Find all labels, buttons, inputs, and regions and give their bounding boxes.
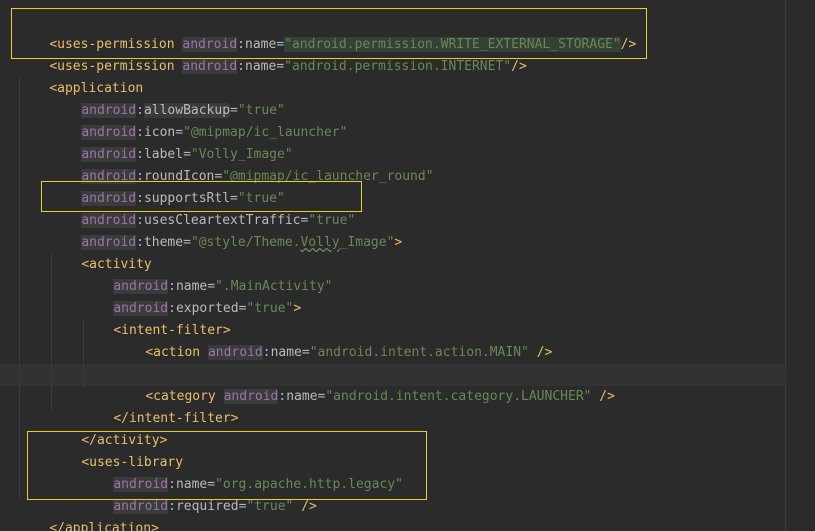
tag-name: action: [153, 345, 201, 360]
code-line-14[interactable]: <intent-filter>: [82, 298, 230, 338]
code-line-13[interactable]: android:exported="true">: [82, 276, 301, 316]
indent-guide: [19, 78, 20, 498]
code-line-12[interactable]: android:name=".MainActivity": [82, 254, 332, 294]
attribute-name: name: [286, 389, 318, 404]
code-line-10[interactable]: android:theme="@style/Theme.Volly_Image"…: [50, 210, 402, 250]
namespace: android: [207, 345, 263, 360]
tag-name: application: [64, 521, 152, 531]
highlight-box-cleartext: [41, 181, 362, 212]
code-line-17[interactable]: <category android:name="android.intent.c…: [114, 364, 615, 404]
code-line-7[interactable]: android:roundIcon="@mipmap/ic_launcher_r…: [50, 144, 434, 184]
code-line-6[interactable]: android:label="Volly_Image": [50, 122, 293, 162]
code-line-15[interactable]: <action android:name="android.intent.act…: [114, 320, 552, 360]
code-line-5[interactable]: android:icon="@mipmap/ic_launcher": [50, 100, 347, 140]
namespace: android: [182, 59, 238, 74]
attribute-value: "true": [246, 301, 294, 316]
code-line-4[interactable]: android:allowBackup="true": [50, 78, 285, 118]
right-margin-guide: [785, 0, 786, 531]
spelling-typo-mark: Volly: [300, 235, 340, 250]
attribute-name: required: [175, 499, 239, 514]
attribute-name: name: [270, 345, 302, 360]
attribute-value: "true": [246, 499, 294, 514]
code-line-3[interactable]: <application: [18, 56, 143, 96]
attribute-name: name: [245, 59, 277, 74]
highlight-box-uses-library: [27, 431, 427, 500]
attribute-value: "android.intent.action.MAIN": [309, 345, 529, 360]
code-editor[interactable]: <uses-permission android:name="android.p…: [0, 0, 815, 531]
code-line-11[interactable]: <activity: [50, 232, 151, 272]
code-line-19[interactable]: </activity>: [50, 408, 167, 448]
attribute-value: "@style/Theme.: [190, 235, 301, 250]
attribute-value: "android.intent.category.LAUNCHER": [325, 389, 592, 404]
highlight-box-permissions: [11, 8, 647, 59]
code-line-18[interactable]: </intent-filter>: [82, 386, 238, 426]
attribute-value: "android.permission.INTERNET": [284, 59, 512, 74]
